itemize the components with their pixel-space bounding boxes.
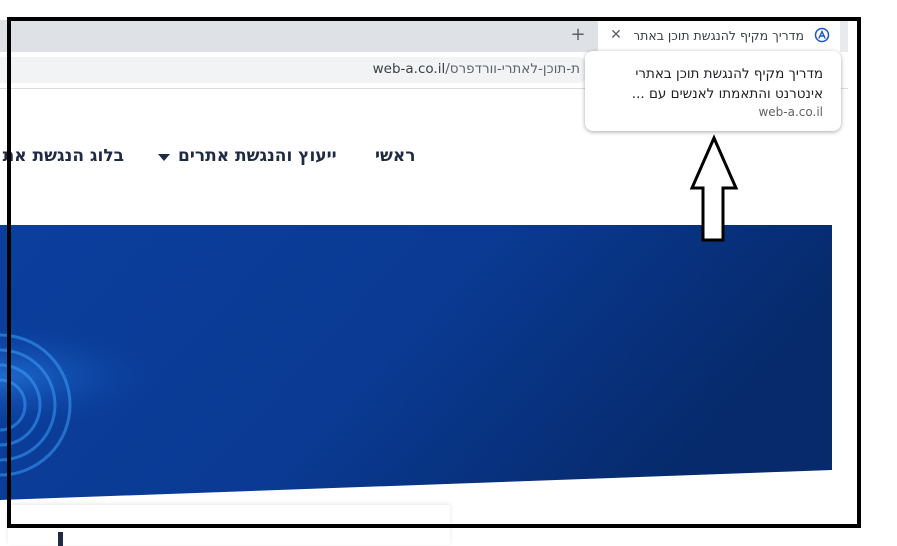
up-arrow-icon — [689, 134, 739, 242]
annotation-frame — [7, 17, 861, 528]
